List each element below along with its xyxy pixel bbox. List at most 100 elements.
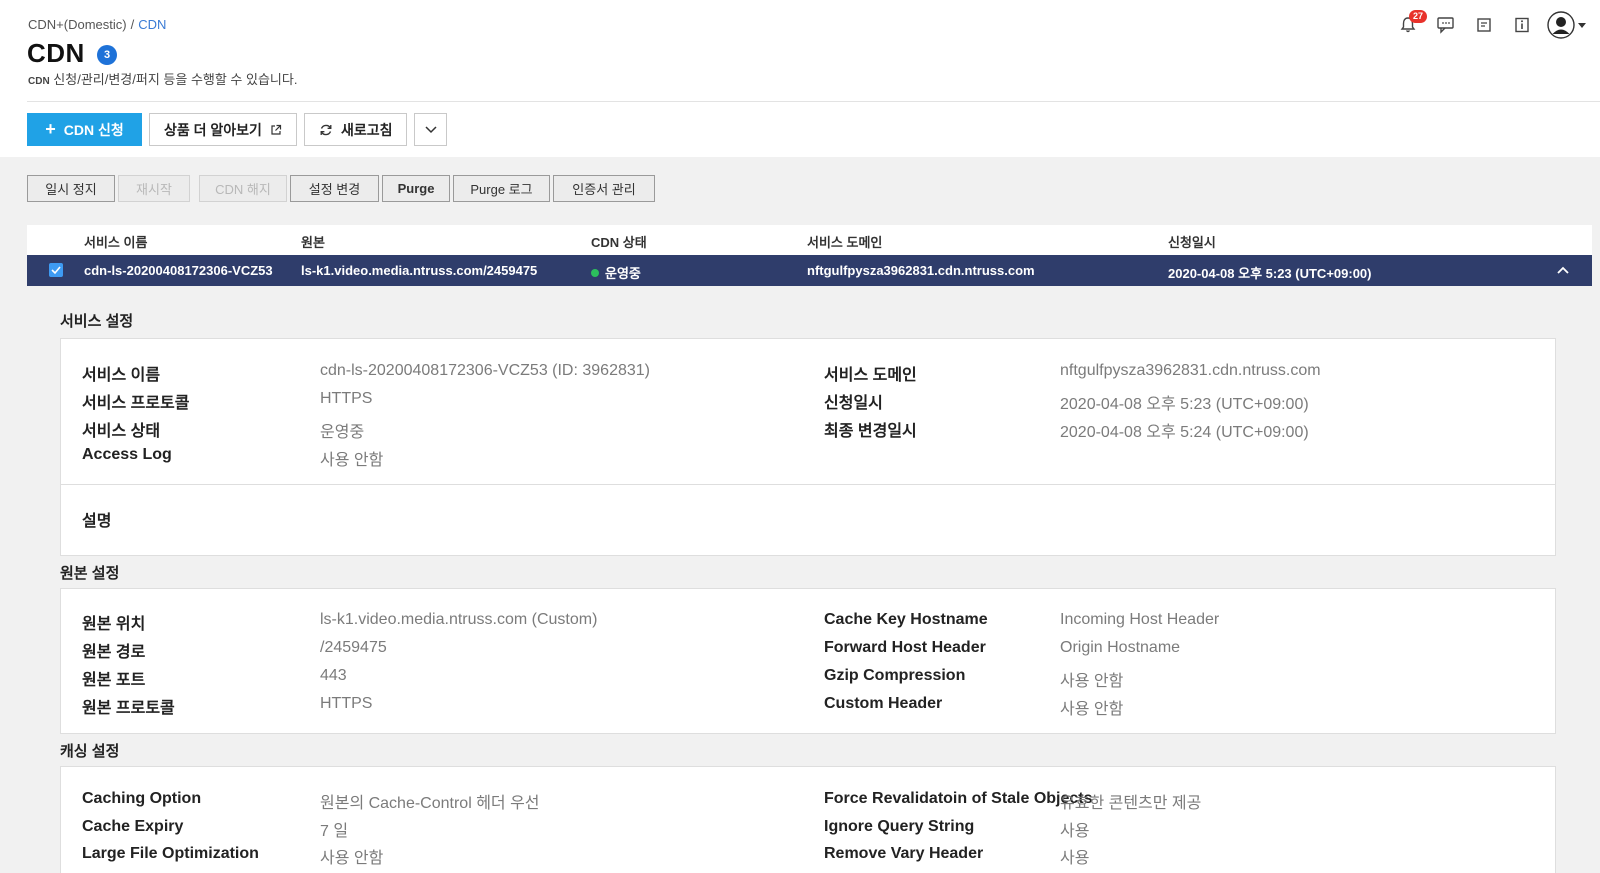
status-dot-icon xyxy=(591,269,599,277)
row-checkbox[interactable] xyxy=(49,263,63,277)
info-icon xyxy=(1515,17,1529,33)
purge-button[interactable]: Purge xyxy=(382,175,450,202)
more-actions-button[interactable] xyxy=(414,113,448,146)
kv-value: 사용 xyxy=(1060,823,1090,840)
column-header-name[interactable]: 서비스 이름 xyxy=(84,232,147,251)
kv-key: 원본 경로 xyxy=(82,644,146,661)
refresh-label: 새로고침 xyxy=(340,121,393,138)
kv-value: ls-k1.video.media.ntruss.com (Custom) xyxy=(320,611,598,628)
refresh-icon xyxy=(320,124,332,135)
check-icon xyxy=(51,266,61,275)
kv-value: 유효한 콘텐츠만 제공 xyxy=(1060,795,1202,812)
cell-origin: ls-k1.video.media.ntruss.com/2459475 xyxy=(301,263,538,278)
kv-key: Access Log xyxy=(82,446,172,463)
cell-status: 운영중 xyxy=(591,263,641,282)
column-header-domain[interactable]: 서비스 도메인 xyxy=(807,232,882,251)
caching-settings-card: Caching Option 원본의 Cache-Control 헤더 우선 C… xyxy=(60,766,1556,873)
breadcrumb-parent[interactable]: CDN+(Domestic) xyxy=(28,17,127,32)
column-header-status[interactable]: CDN 상태 xyxy=(591,232,647,251)
chat-icon xyxy=(1437,17,1454,34)
service-settings-title: 서비스 설정 xyxy=(60,313,134,330)
kv-key: 서비스 상태 xyxy=(82,423,161,440)
plus-icon: + xyxy=(45,119,56,139)
chevron-down-icon xyxy=(425,125,437,133)
kv-value: 운영중 xyxy=(320,424,365,441)
kv-value: 443 xyxy=(320,667,347,684)
subtitle-prefix: CDN xyxy=(28,76,50,87)
header-divider xyxy=(27,101,1600,102)
kv-key: Large File Optimization xyxy=(82,845,259,862)
kv-key: Caching Option xyxy=(82,790,202,807)
kv-value: Origin Hostname xyxy=(1060,639,1181,656)
page-header: CDN+(Domestic) / CDN CDN 3 CDN 신청/관리/변경/퍼지… xyxy=(0,0,1600,157)
action-bar: + CDN 신청 상품 더 알아보기 새로고침 xyxy=(27,113,448,146)
kv-key: 원본 위치 xyxy=(82,616,146,633)
kv-key: 신청일시 xyxy=(824,395,883,412)
chevron-down-icon xyxy=(1578,22,1586,28)
origin-settings-card: 원본 위치 ls-k1.video.media.ntruss.com (Cust… xyxy=(60,588,1556,734)
kv-key: Cache Expiry xyxy=(82,818,184,835)
page-title: CDN xyxy=(27,38,85,68)
learn-more-label: 상품 더 알아보기 xyxy=(164,121,262,138)
kv-key: Ignore Query String xyxy=(824,818,975,835)
cell-date: 2020-04-08 오후 5:23 (UTC+09:00) xyxy=(1168,266,1372,281)
kv-key: 서비스 도메인 xyxy=(824,367,917,384)
kv-key: 서비스 이름 xyxy=(82,367,161,384)
kv-key: 최종 변경일시 xyxy=(824,423,917,440)
memo-button[interactable] xyxy=(1465,10,1503,40)
kv-value: /2459475 xyxy=(320,639,387,656)
kv-value: 2020-04-08 오후 5:24 (UTC+09:00) xyxy=(1060,424,1309,441)
notification-count-badge: 27 xyxy=(1409,10,1428,23)
description-label: 설명 xyxy=(82,513,112,530)
kv-key: Force Revalidatoin of Stale Objects xyxy=(824,790,1093,807)
column-header-date[interactable]: 신청일시 xyxy=(1168,232,1216,251)
column-header-origin[interactable]: 원본 xyxy=(301,232,325,251)
kv-value: 원본의 Cache-Control 헤더 우선 xyxy=(320,795,540,812)
card-divider xyxy=(61,484,1555,485)
kv-key: 원본 프로토콜 xyxy=(82,700,175,717)
kv-key: Gzip Compression xyxy=(824,667,966,684)
page-subtitle: CDN 신청/관리/변경/퍼지 등을 수행할 수 있습니다. xyxy=(28,69,297,88)
kv-key: Remove Vary Header xyxy=(824,845,984,862)
notification-button[interactable]: 27 xyxy=(1389,10,1428,40)
caching-settings-title: 캐싱 설정 xyxy=(60,743,120,760)
status-text: 운영중 xyxy=(605,266,641,281)
origin-settings-title: 원본 설정 xyxy=(60,565,120,582)
cdn-apply-label: CDN 신청 xyxy=(63,121,124,138)
avatar-icon xyxy=(1547,11,1575,39)
cdn-terminate-button[interactable]: CDN 해지 xyxy=(199,175,287,202)
kv-value: 사용 안함 xyxy=(320,452,384,469)
kv-key: Custom Header xyxy=(824,695,943,712)
kv-value: 사용 xyxy=(1060,850,1090,867)
kv-value: cdn-ls-20200408172306-VCZ53 (ID: 3962831… xyxy=(320,362,650,379)
kv-value: 사용 안함 xyxy=(1060,673,1124,690)
chat-button[interactable] xyxy=(1427,10,1465,40)
work-area: 일시 정지 재시작 CDN 해지 설정 변경 Purge Purge 로그 인증… xyxy=(0,157,1600,873)
external-link-icon xyxy=(271,124,282,135)
change-settings-button[interactable]: 설정 변경 xyxy=(290,175,379,202)
cdn-apply-button[interactable]: + CDN 신청 xyxy=(27,113,142,146)
pause-button[interactable]: 일시 정지 xyxy=(27,175,115,202)
kv-value: Incoming Host Header xyxy=(1060,611,1220,628)
certificate-manage-button[interactable]: 인증서 관리 xyxy=(553,175,655,202)
purge-log-button[interactable]: Purge 로그 xyxy=(453,175,550,202)
kv-value: 7 일 xyxy=(320,823,349,840)
kv-key: Forward Host Header xyxy=(824,639,986,656)
table-row[interactable]: cdn-ls-20200408172306-VCZ53 ls-k1.video.… xyxy=(27,255,1592,286)
user-menu[interactable] xyxy=(1547,11,1586,39)
cell-domain: nftgulfpysza3962831.cdn.ntruss.com xyxy=(807,263,1035,278)
learn-more-button[interactable]: 상품 더 알아보기 xyxy=(149,113,297,146)
info-button[interactable] xyxy=(1503,10,1541,40)
kv-value: 사용 안함 xyxy=(1060,701,1124,718)
kv-value: 사용 안함 xyxy=(320,850,384,867)
detail-panel: 서비스 설정 서비스 이름 cdn-ls-20200408172306-VCZ5… xyxy=(27,286,1592,873)
subtitle-text: 신청/관리/변경/퍼지 등을 수행할 수 있습니다. xyxy=(49,72,298,87)
cell-name: cdn-ls-20200408172306-VCZ53 xyxy=(84,263,273,278)
restart-button[interactable]: 재시작 xyxy=(118,175,190,202)
chevron-up-icon[interactable] xyxy=(1556,263,1570,277)
breadcrumb-current[interactable]: CDN xyxy=(138,17,166,32)
kv-key: Cache Key Hostname xyxy=(824,611,988,628)
refresh-button[interactable]: 새로고침 xyxy=(303,113,408,146)
kv-value: HTTPS xyxy=(320,695,373,712)
count-badge: 3 xyxy=(97,45,117,65)
